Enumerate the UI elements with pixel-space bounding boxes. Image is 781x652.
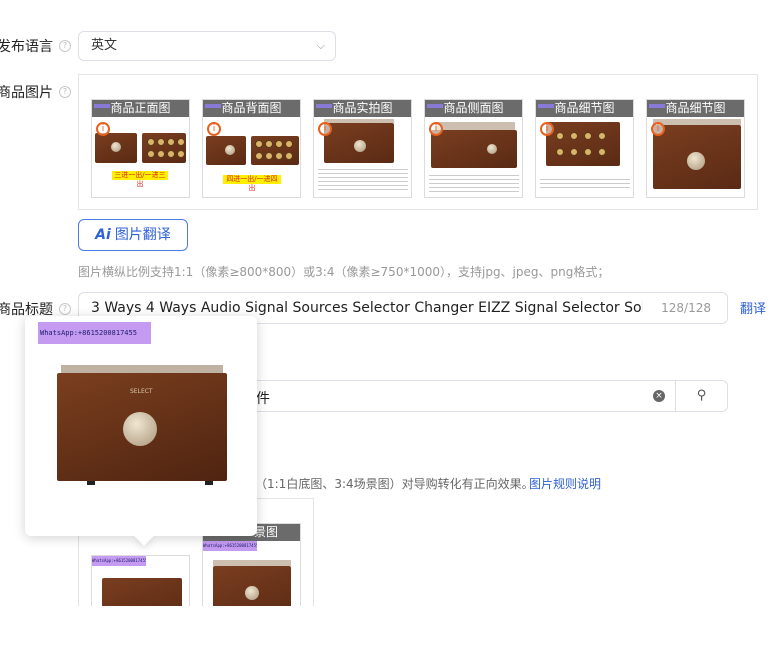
watermark-strip — [649, 104, 665, 108]
jack — [147, 150, 155, 158]
thumb-caption: 商品细节图 — [647, 100, 744, 117]
images-label: 商品图片 — [0, 85, 53, 101]
jack — [177, 138, 185, 146]
description-text — [429, 172, 519, 192]
watermark-strip — [427, 104, 443, 108]
clear-icon[interactable]: × — [653, 390, 665, 402]
ai-icon: Ai — [95, 227, 111, 243]
product-knob — [123, 412, 157, 446]
image-thumb-detail-1[interactable]: 商品细节图 i — [535, 99, 634, 198]
thumb-caption: 商品正面图 — [92, 100, 189, 117]
jack — [584, 132, 592, 140]
jack — [598, 132, 606, 140]
image-translate-button[interactable]: Ai 图片翻译 — [78, 219, 188, 251]
image-rule-hint: （1:1白底图、3:4场景图）对导购转化有正向效果。 — [255, 477, 534, 491]
thumb-caption: 商品背面图 — [203, 100, 300, 117]
help-icon[interactable]: ? — [59, 303, 71, 315]
jack — [285, 140, 293, 148]
jack — [285, 152, 293, 160]
category-search-value: 件 — [256, 391, 270, 407]
product-foot — [205, 481, 213, 485]
info-icon[interactable]: i — [318, 122, 332, 136]
jack — [167, 138, 175, 146]
info-icon[interactable]: i — [96, 122, 110, 136]
thumb-caption: 商品侧面图 — [425, 100, 522, 117]
product-knob — [225, 145, 235, 155]
jack — [584, 148, 592, 156]
info-icon[interactable]: i — [540, 122, 554, 136]
description-text — [318, 166, 408, 192]
chevron-down-icon: ⌵ — [316, 39, 325, 52]
product-box — [431, 130, 517, 168]
product-box — [546, 122, 620, 166]
image-translate-label: 图片翻译 — [114, 227, 171, 243]
jack — [598, 148, 606, 156]
translate-link[interactable]: 翻译 — [740, 298, 766, 317]
info-icon[interactable]: i — [429, 122, 443, 136]
product-foot — [87, 481, 95, 485]
language-label: 发布语言 — [0, 39, 53, 55]
jack — [157, 150, 165, 158]
watermark-badge: WhatsApp:+8615200817455 — [38, 322, 151, 344]
image-thumb-front[interactable]: 商品正面图 三进一出/一进三出 i — [91, 99, 190, 198]
product-label: SELECT — [130, 388, 153, 395]
jack — [177, 150, 185, 158]
jack — [570, 148, 578, 156]
title-value: 3 Ways 4 Ways Audio Signal Sources Selec… — [91, 300, 643, 316]
watermark-strip — [94, 104, 110, 108]
jack — [255, 152, 263, 160]
page-bottom-area — [0, 606, 781, 652]
watermark-strip — [205, 104, 221, 108]
product-knob — [487, 144, 497, 154]
product-knob — [354, 140, 366, 152]
jack — [570, 132, 578, 140]
help-icon[interactable]: ? — [59, 40, 71, 52]
jack — [147, 138, 155, 146]
image-thumb-side[interactable]: 商品侧面图 i — [424, 99, 523, 198]
image-thumb-real[interactable]: 商品实拍图 i — [313, 99, 412, 198]
title-char-counter: 128/128 — [661, 301, 711, 315]
watermark-badge: WhatsApp:+8615200817455 — [203, 541, 257, 551]
watermark-strip — [316, 104, 332, 108]
jack — [255, 140, 263, 148]
product-knob — [687, 152, 705, 170]
jack — [265, 152, 273, 160]
product-knob — [245, 586, 259, 600]
description-text — [540, 176, 630, 190]
product-top — [435, 122, 515, 130]
bottom-thumb-2[interactable]: 景图 WhatsApp:+8615200817455 — [202, 523, 301, 619]
language-value: 英文 — [91, 38, 118, 53]
jack — [556, 148, 564, 156]
info-icon[interactable]: i — [207, 122, 221, 136]
search-icon: ⚲ — [696, 388, 707, 403]
image-thumb-back[interactable]: 商品背面图 四进一出/一进四出 i — [202, 99, 301, 198]
language-select[interactable]: 英文 ⌵ — [78, 31, 336, 61]
thumb-caption: 商品实拍图 — [314, 100, 411, 117]
jack — [265, 140, 273, 148]
jack — [157, 138, 165, 146]
jack — [167, 150, 175, 158]
info-icon[interactable]: i — [651, 122, 665, 136]
jack — [275, 152, 283, 160]
image-requirements-hint: 图片横纵比例支持1:1（像素≥800*800）或3:4（像素≥750*1000）… — [78, 265, 610, 279]
product-knob — [111, 142, 121, 152]
yellow-tag: 四进一出/一进四出 — [223, 175, 281, 192]
image-rule-link[interactable]: 图片规则说明 — [529, 475, 601, 492]
image-panel: 商品正面图 三进一出/一进三出 i 商品背面图 四进一出/一进四出 i 商品实拍… — [78, 74, 758, 210]
search-button[interactable]: ⚲ — [675, 380, 728, 412]
yellow-tag: 三进一出/一进三出 — [112, 171, 168, 188]
image-thumb-detail-2[interactable]: 商品细节图 i — [646, 99, 745, 198]
watermark-badge: WhatsApp:+8615200817455 — [92, 556, 146, 566]
jack — [275, 140, 283, 148]
jack — [556, 132, 564, 140]
thumb-caption: 商品细节图 — [536, 100, 633, 117]
help-icon[interactable]: ? — [59, 86, 71, 98]
watermark-strip — [538, 104, 554, 108]
image-preview-popover: WhatsApp:+8615200817455 SELECT — [25, 316, 257, 546]
